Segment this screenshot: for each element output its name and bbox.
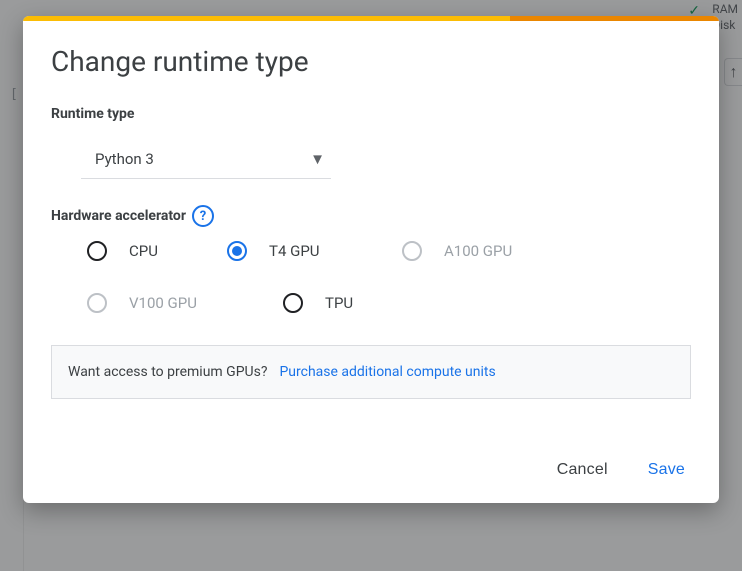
radio-label: T4 GPU [269, 242, 320, 260]
radio-label: V100 GPU [129, 294, 197, 312]
change-runtime-dialog: Change runtime type Runtime type Python … [23, 16, 719, 503]
radio-icon [283, 293, 303, 313]
radio-icon [87, 241, 107, 261]
hardware-accelerator-label: Hardware accelerator ? [51, 205, 691, 227]
dialog-title: Change runtime type [51, 45, 691, 78]
radio-icon [87, 293, 107, 313]
radio-label: CPU [129, 242, 158, 260]
dialog-footer: Cancel Save [23, 455, 719, 485]
help-icon[interactable]: ? [192, 205, 214, 227]
radio-option-tpu[interactable]: TPU [283, 293, 402, 313]
runtime-type-selected-value: Python 3 [95, 150, 154, 168]
runtime-type-label: Runtime type [51, 106, 691, 122]
radio-option-t4-gpu[interactable]: T4 GPU [227, 241, 402, 261]
radio-option-a100-gpu: A100 GPU [402, 241, 582, 261]
save-button[interactable]: Save [644, 455, 689, 485]
radio-option-cpu[interactable]: CPU [87, 241, 227, 261]
chevron-down-icon: ▼ [310, 150, 325, 168]
radio-label: TPU [325, 294, 353, 312]
radio-icon [402, 241, 422, 261]
radio-icon [227, 241, 247, 261]
hardware-accelerator-radiogroup: CPU T4 GPU A100 GPU V100 GPU TPU [87, 241, 691, 313]
purchase-compute-units-link[interactable]: Purchase additional compute units [279, 364, 495, 380]
radio-option-v100-gpu: V100 GPU [87, 293, 227, 313]
premium-gpu-promo: Want access to premium GPUs? Purchase ad… [51, 345, 691, 399]
cancel-button[interactable]: Cancel [553, 455, 612, 485]
radio-label: A100 GPU [444, 242, 512, 260]
promo-question: Want access to premium GPUs? [68, 364, 267, 380]
runtime-type-select[interactable]: Python 3 ▼ [81, 140, 331, 179]
